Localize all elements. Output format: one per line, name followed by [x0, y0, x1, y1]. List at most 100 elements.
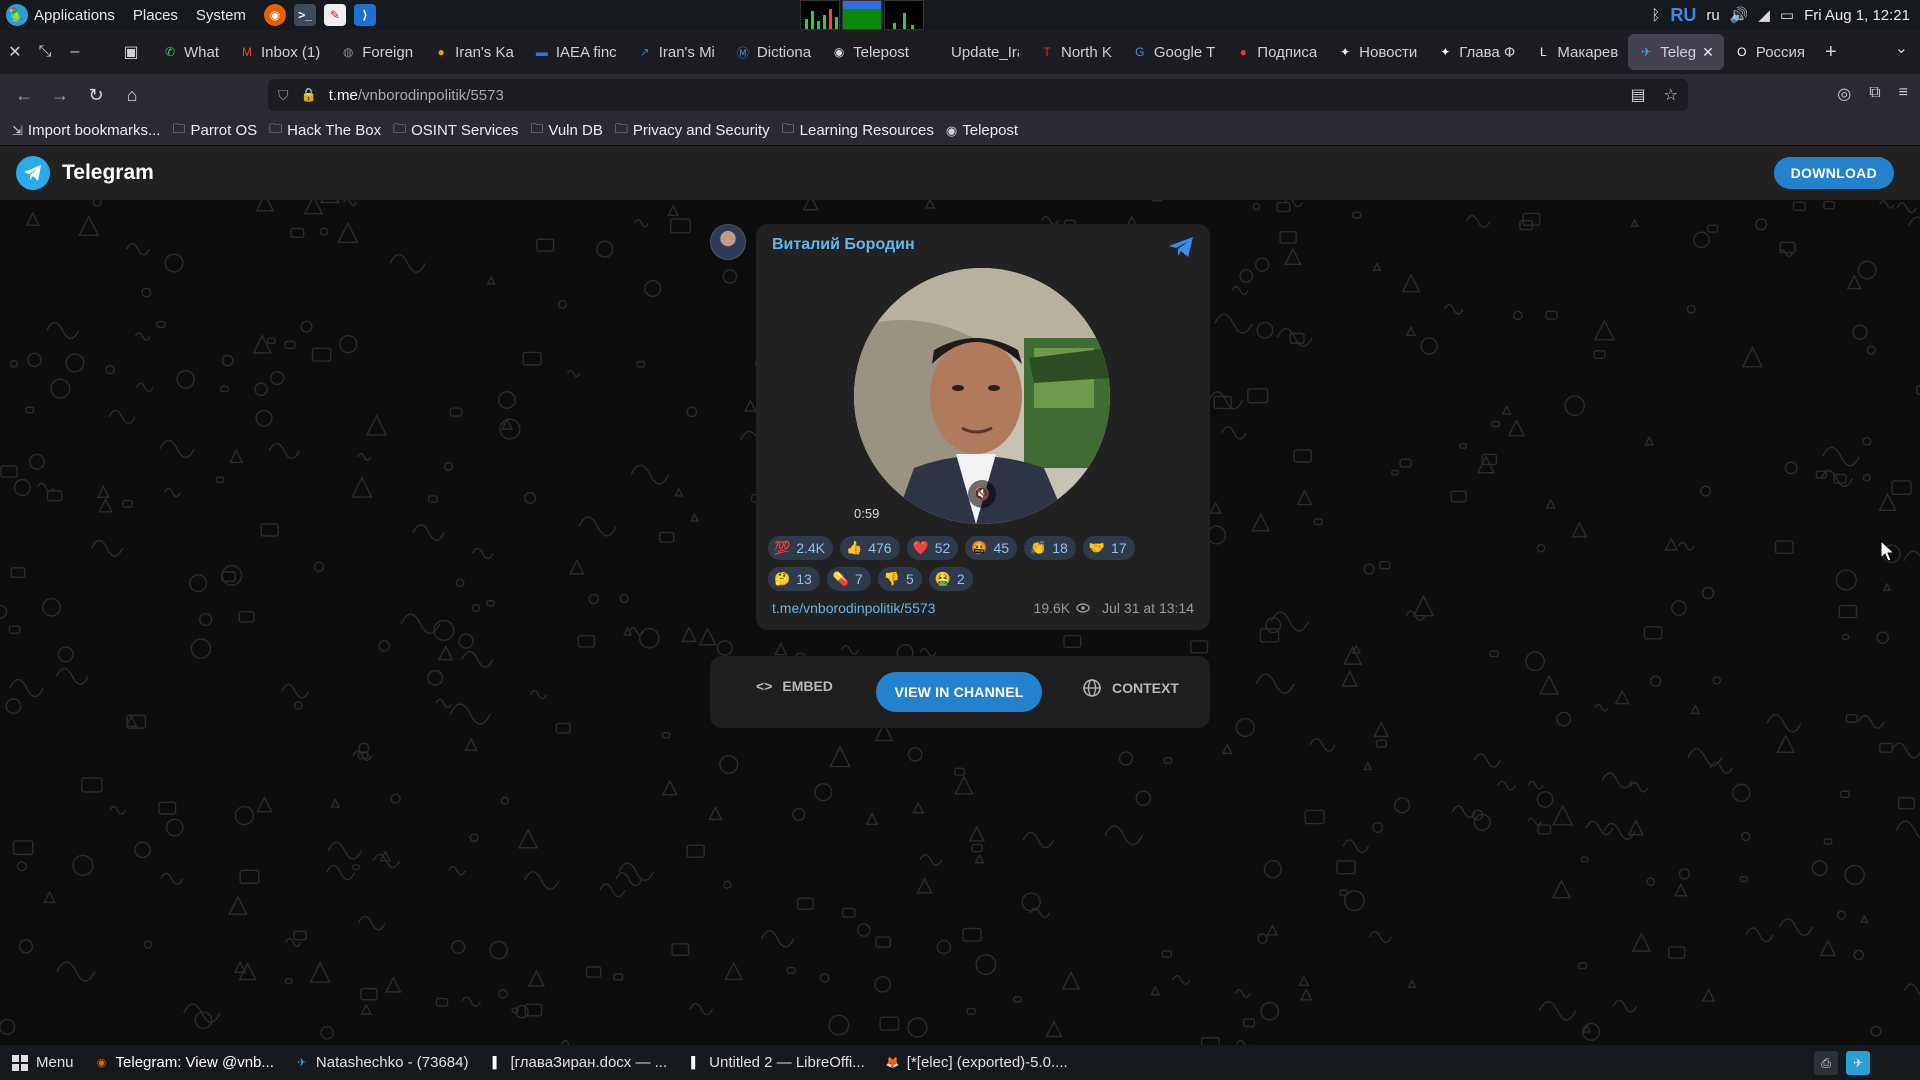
reaction-chip[interactable]: 🤬 45: [965, 536, 1018, 560]
start-menu-button[interactable]: Menu: [12, 1054, 74, 1071]
network-icon[interactable]: ◢: [1758, 6, 1770, 24]
bookmark-item[interactable]: ⇲ Import bookmarks...: [12, 122, 160, 139]
browser-tab[interactable]: Ⓜ Dictiona: [725, 34, 821, 70]
embed-button[interactable]: <> EMBED: [756, 678, 833, 694]
browser-tab[interactable]: Update_Iran: [919, 34, 1029, 70]
terminal-launcher-icon[interactable]: >_: [293, 4, 316, 26]
tab-overview-icon[interactable]: ▣: [116, 42, 146, 62]
telegram-share-icon[interactable]: [1168, 236, 1194, 258]
tab-label: Макарев: [1557, 43, 1619, 61]
browser-tab[interactable]: O Россия: [1724, 34, 1815, 70]
browser-tab[interactable]: ◍ Foreign: [330, 34, 423, 70]
account-icon[interactable]: ◎: [1837, 84, 1851, 104]
browser-tab[interactable]: ✦ Новости: [1327, 34, 1427, 70]
tracking-protection-icon[interactable]: ⛉: [278, 87, 289, 104]
url-bar[interactable]: ⛉ 🔒 t.me/vnborodinpolitik/5573 ▤ ☆: [268, 79, 1688, 111]
battery-icon[interactable]: ▭: [1780, 6, 1794, 24]
reaction-emoji: 👎: [883, 571, 900, 586]
bluetooth-icon[interactable]: ᛒ: [1651, 7, 1660, 24]
applications-menu[interactable]: Applications: [34, 7, 115, 24]
reaction-chip[interactable]: 👍 476: [840, 536, 900, 560]
bookmark-item[interactable]: 🗀 Hack The Box: [269, 120, 381, 142]
list-all-tabs-icon[interactable]: ⌄: [1895, 38, 1908, 58]
view-in-channel-button[interactable]: VIEW IN CHANNEL: [876, 672, 1042, 712]
close-tab-icon[interactable]: ✕: [1702, 44, 1714, 61]
taskbar-window-item[interactable]: ◉ Telegram: View @vnb...: [94, 1054, 274, 1071]
telegram-title[interactable]: Telegram: [62, 161, 154, 185]
extensions-icon[interactable]: ⧉: [1869, 84, 1880, 104]
bookmark-item[interactable]: 🗀 Privacy and Security: [615, 120, 770, 142]
minimize-window-icon[interactable]: –: [60, 43, 90, 61]
message-author[interactable]: Виталий Бородин: [772, 236, 915, 254]
reaction-chip[interactable]: ❤️ 52: [906, 536, 959, 560]
restore-window-icon[interactable]: ⤡: [30, 43, 60, 61]
reaction-chip[interactable]: 🤔 13: [768, 567, 820, 591]
screenshot-tool-icon[interactable]: ⎙: [1814, 1051, 1838, 1075]
context-button[interactable]: CONTEXT: [1082, 678, 1179, 698]
browser-tab[interactable]: L Макарев: [1525, 34, 1628, 70]
context-label: CONTEXT: [1112, 680, 1179, 696]
bookmark-item[interactable]: 🗀 Vuln DB: [530, 120, 603, 142]
bookmark-item[interactable]: ◉ Telepost: [946, 122, 1018, 139]
reaction-chip[interactable]: 👏 18: [1024, 536, 1076, 560]
browser-tab[interactable]: M Inbox (1): [229, 34, 330, 70]
browser-tab[interactable]: ▬ IAEA finc: [524, 34, 627, 70]
language-indicator[interactable]: ru: [1706, 7, 1719, 24]
reload-button[interactable]: ↻: [78, 85, 114, 106]
cpu-monitor-graph: [800, 0, 840, 30]
taskbar-window-item[interactable]: ✈ Natashechko - (73684): [294, 1054, 468, 1071]
reaction-count: 18: [1052, 540, 1068, 556]
channel-avatar[interactable]: [710, 224, 746, 260]
forward-button[interactable]: →: [42, 85, 78, 106]
telegram-header: Telegram DOWNLOAD: [0, 146, 1920, 200]
browser-tab[interactable]: ✈ Teleg ✕: [1628, 34, 1724, 70]
home-button[interactable]: ⌂: [114, 85, 150, 106]
parrot-os-icon[interactable]: 🦜: [6, 4, 28, 26]
tab-label: Update_Iran: [950, 43, 1019, 61]
url-text[interactable]: t.me/vnborodinpolitik/5573: [329, 87, 504, 104]
reaction-chip[interactable]: 🤝 17: [1082, 536, 1135, 560]
hamburger-menu-icon[interactable]: ≡: [1899, 84, 1908, 104]
browser-tab[interactable]: T North K: [1029, 34, 1122, 70]
browser-tab[interactable]: G Google T: [1122, 34, 1225, 70]
reaction-chip[interactable]: 🤮 2: [928, 567, 973, 591]
volume-icon[interactable]: 🔊: [1730, 6, 1749, 24]
clock[interactable]: Fri Aug 1, 12:21: [1804, 7, 1910, 24]
bookmark-item[interactable]: 🗀 Parrot OS: [172, 120, 257, 142]
bookmark-item[interactable]: 🗀 Learning Resources: [782, 120, 934, 142]
back-button[interactable]: ←: [6, 85, 42, 106]
lock-icon[interactable]: 🔒: [301, 87, 317, 103]
system-menu[interactable]: System: [196, 7, 246, 24]
browser-tab[interactable]: ✆ What: [152, 34, 229, 70]
new-tab-button[interactable]: +: [1825, 41, 1837, 64]
muted-sound-icon[interactable]: 🔇: [968, 480, 996, 508]
reaction-chip[interactable]: 💊 7: [826, 567, 871, 591]
places-menu[interactable]: Places: [133, 7, 178, 24]
browser-tab[interactable]: ↗ Iran's Mi: [627, 34, 725, 70]
firefox-launcher-icon[interactable]: ◉: [263, 4, 286, 26]
telegram-tray-icon[interactable]: ✈: [1846, 1051, 1870, 1075]
bookmark-item[interactable]: 🗀 OSINT Services: [393, 120, 518, 142]
keyboard-layout-indicator[interactable]: RU: [1670, 5, 1696, 26]
text-editor-launcher-icon[interactable]: ✎: [323, 4, 346, 26]
reaction-emoji: 👍: [846, 540, 863, 555]
taskbar-window-item[interactable]: ▌ Untitled 2 — LibreOffi...: [687, 1054, 865, 1071]
close-window-icon[interactable]: ✕: [0, 42, 30, 62]
telegram-logo-icon[interactable]: [16, 156, 50, 190]
reaction-chip[interactable]: 💯 2.4K: [768, 536, 833, 560]
browser-tab[interactable]: ✦ Глава Ф: [1427, 34, 1525, 70]
vscode-launcher-icon[interactable]: ⟩: [353, 4, 376, 26]
browser-tab[interactable]: ● Подписа: [1225, 34, 1327, 70]
message-permalink[interactable]: t.me/vnborodinpolitik/5573: [772, 600, 935, 616]
reaction-emoji: 🤔: [774, 571, 791, 586]
browser-tab[interactable]: ● Iran's Ka: [423, 34, 524, 70]
taskbar-window-item[interactable]: ▌ [главаЗиран.docx — ...: [488, 1054, 668, 1071]
taskbar-window-item[interactable]: 🦊 [*[elec] (exported)-5.0....: [885, 1054, 1068, 1071]
download-button[interactable]: DOWNLOAD: [1773, 157, 1894, 189]
views-eye-icon: [1076, 603, 1090, 613]
browser-tab[interactable]: ◉ Telepost: [821, 34, 919, 70]
l-icon: L: [1540, 45, 1547, 59]
reader-view-icon[interactable]: ▤: [1631, 85, 1646, 105]
bookmark-star-icon[interactable]: ☆: [1664, 85, 1678, 105]
reaction-chip[interactable]: 👎 5: [877, 567, 922, 591]
